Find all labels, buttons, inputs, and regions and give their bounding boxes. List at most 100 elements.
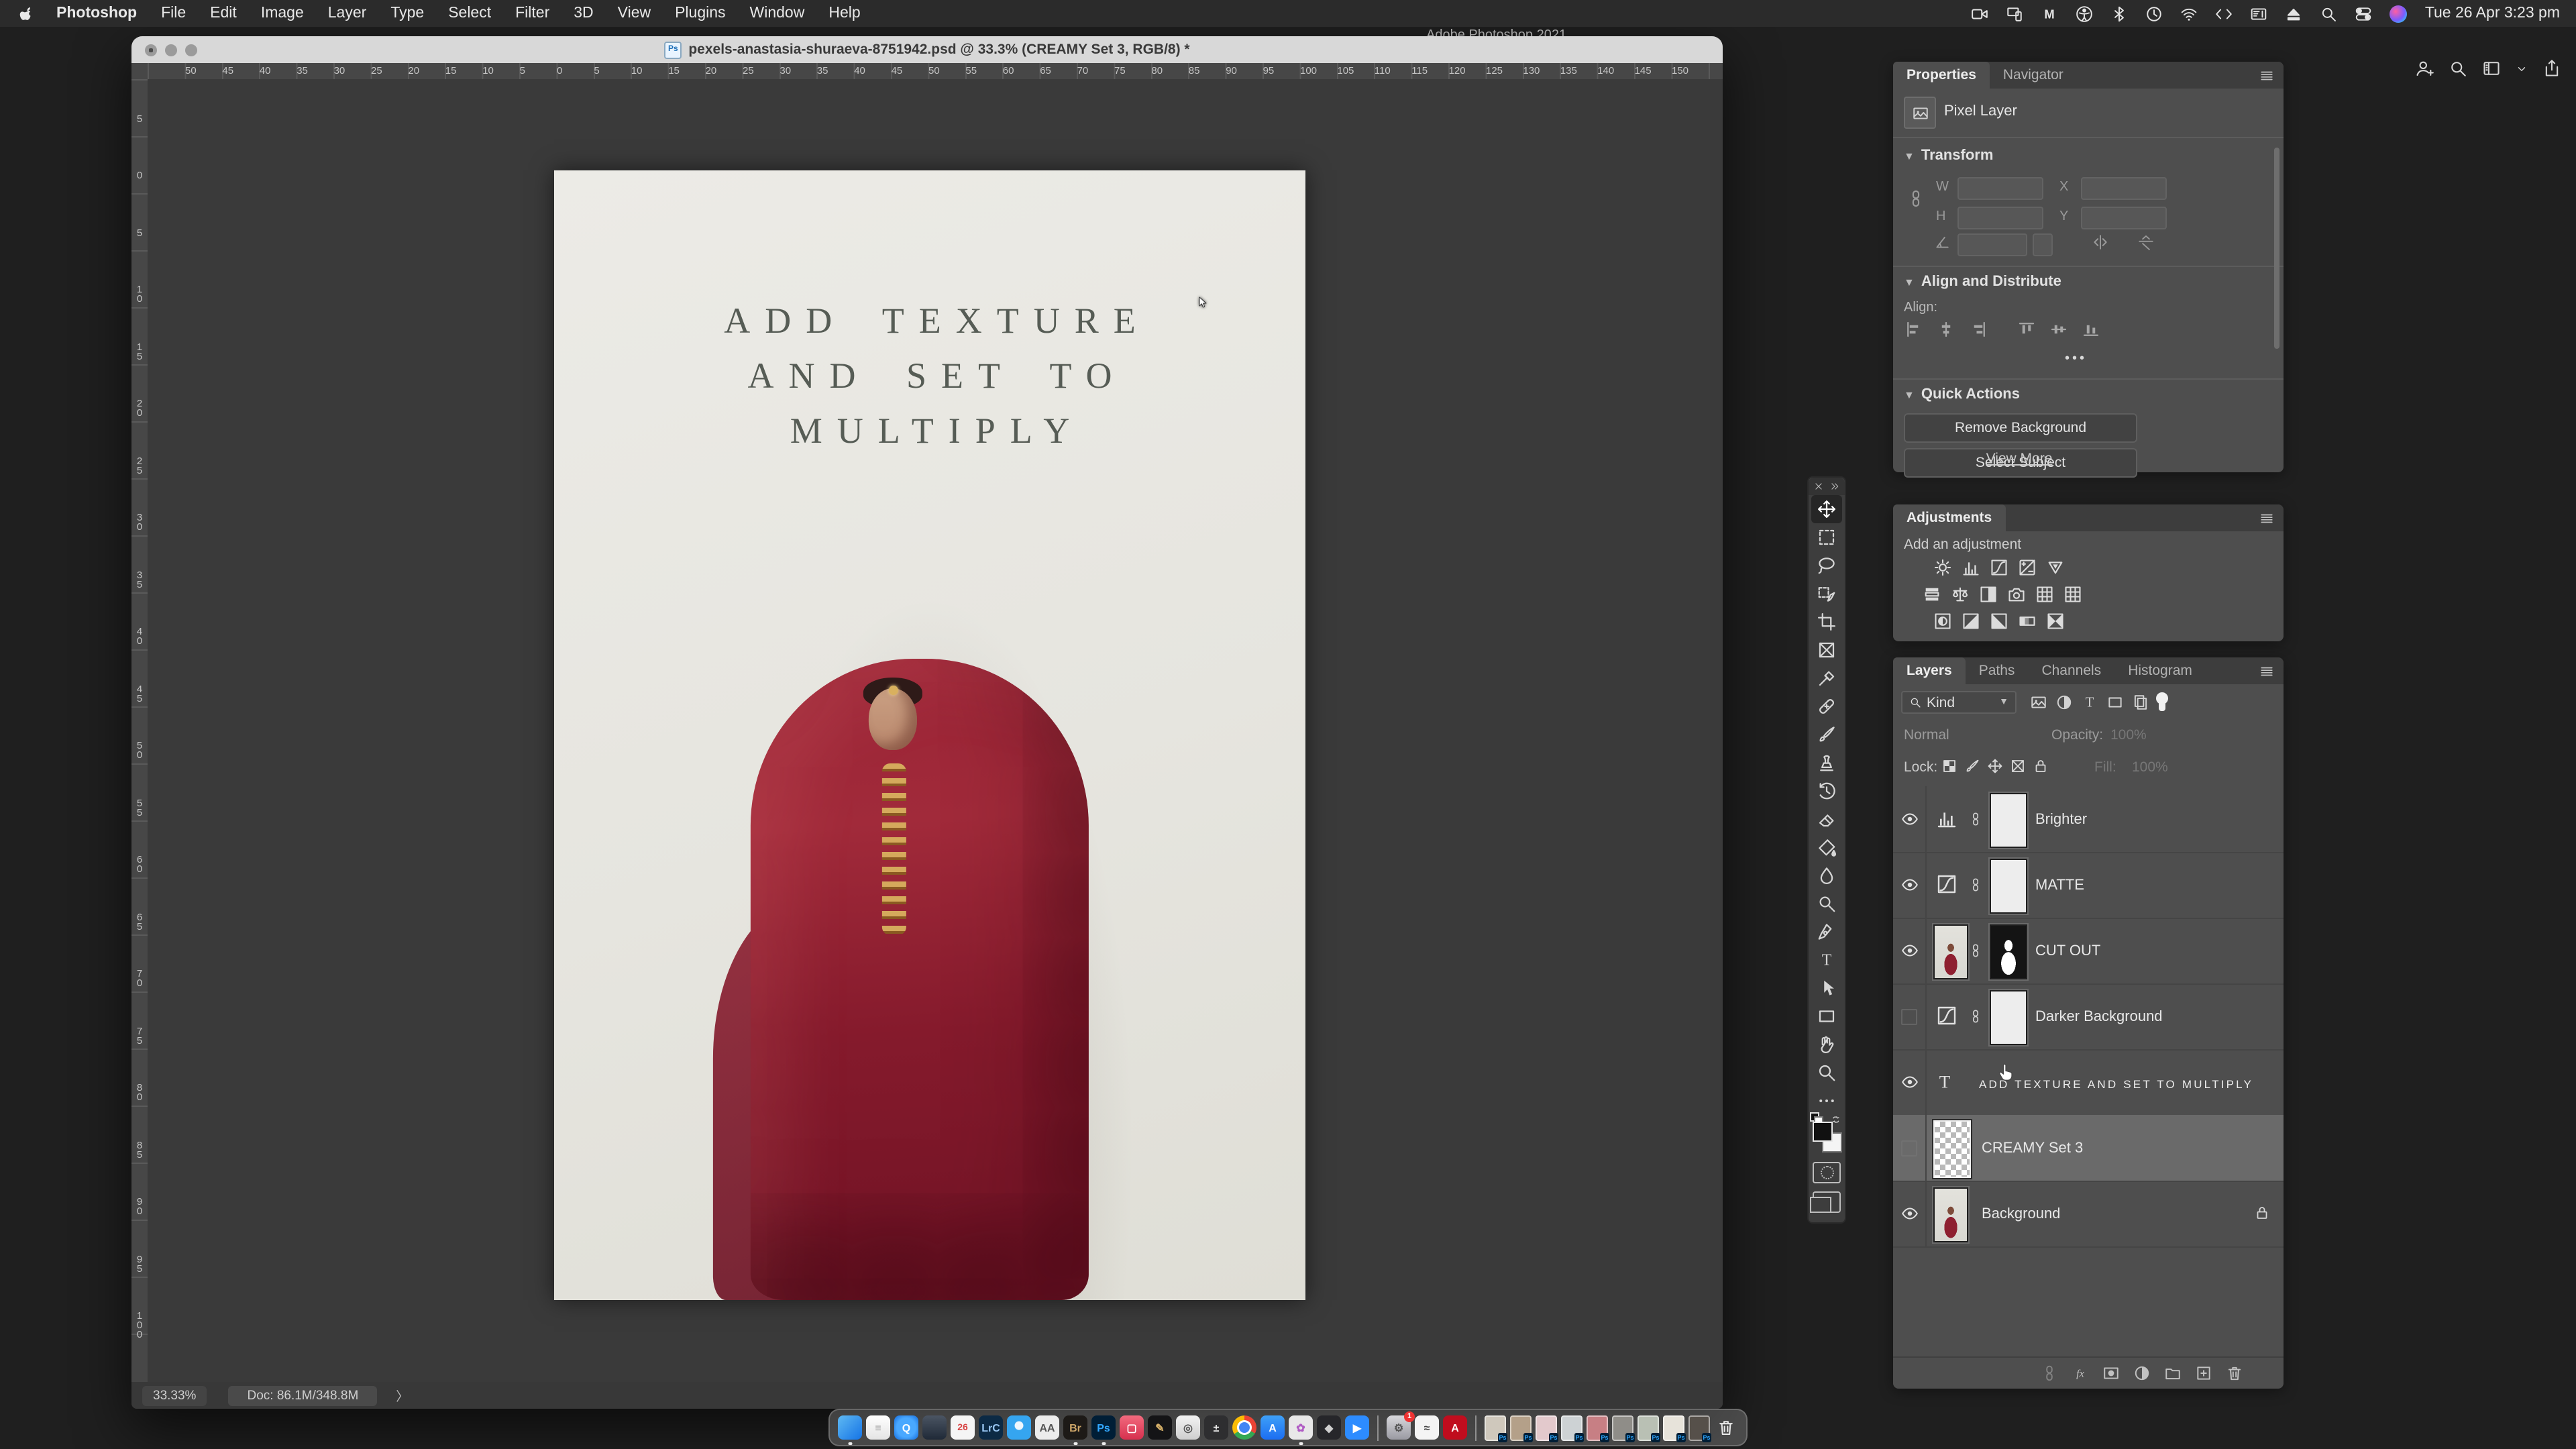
remove-background-button[interactable]: Remove Background	[1904, 413, 2137, 443]
keyboard-window-icon[interactable]	[2251, 5, 2268, 22]
rectangle-tool[interactable]	[1811, 1002, 1842, 1030]
layer-style-icon[interactable]: fx	[2072, 1364, 2089, 1382]
dock-textedit[interactable]: ≡	[866, 1415, 890, 1440]
color-lookup-icon[interactable]	[2063, 585, 2082, 604]
vibrance-icon[interactable]	[2046, 558, 2065, 577]
gradient-tool[interactable]	[1811, 833, 1842, 861]
brightness-contrast-icon[interactable]	[1933, 558, 1952, 577]
view-more-link[interactable]: View More	[1904, 451, 2135, 467]
scrollbar[interactable]	[2274, 148, 2279, 349]
color-balance-icon[interactable]	[1951, 585, 1970, 604]
dock-acrobat[interactable]: A	[1443, 1415, 1467, 1440]
exposure-icon[interactable]	[2018, 558, 2037, 577]
visibility-eye-icon[interactable]	[1893, 786, 1927, 852]
dock-calendar[interactable]: 26	[951, 1415, 975, 1440]
menu-file[interactable]: File	[149, 0, 198, 27]
transform-w-field[interactable]	[1957, 177, 2043, 200]
psd-document-5[interactable]: Ps	[1587, 1415, 1609, 1442]
align-l-button[interactable]	[1904, 319, 1924, 339]
dock-photos-viewer[interactable]	[922, 1415, 947, 1440]
layer-mask-icon[interactable]	[2102, 1364, 2120, 1382]
canvas-image[interactable]: ADD TEXTURE AND SET TO MULTIPLY	[554, 170, 1305, 1300]
menu-plugins[interactable]: Plugins	[663, 0, 737, 27]
swap-colors-icon[interactable]	[1831, 1114, 1843, 1126]
menu-image[interactable]: Image	[249, 0, 316, 27]
layer-row-matte[interactable]: MATTE	[1893, 852, 2284, 919]
frame-tool[interactable]	[1811, 636, 1842, 664]
lock-all-icon[interactable]	[2033, 758, 2049, 774]
align-t-button[interactable]	[2017, 319, 2037, 339]
dock-red-media-app[interactable]: ▢	[1120, 1415, 1144, 1440]
dock-system-preferences[interactable]: ⚙ 1	[1387, 1411, 1415, 1440]
hand-tool[interactable]	[1811, 1030, 1842, 1059]
menu-photoshop[interactable]: Photoshop	[44, 0, 149, 27]
panel-menu-icon[interactable]	[2259, 663, 2274, 678]
dock-photoshop[interactable]: Ps	[1091, 1415, 1116, 1445]
dock-font-book[interactable]: AA	[1035, 1415, 1059, 1440]
layer-thumbnail[interactable]	[1933, 924, 1968, 979]
minimize-button[interactable]	[165, 44, 177, 56]
display-mirror-icon[interactable]	[2006, 5, 2024, 22]
opacity-value[interactable]: 100%	[2110, 727, 2147, 743]
blend-mode-dropdown[interactable]: Normal	[1904, 727, 1949, 743]
menu-filter[interactable]: Filter	[503, 0, 561, 27]
dock-quicktime[interactable]: Q	[894, 1415, 918, 1440]
menu-edit[interactable]: Edit	[198, 0, 249, 27]
type-tool[interactable]: T	[1811, 946, 1842, 974]
layer-mask-thumbnail[interactable]	[1990, 990, 2027, 1045]
dock-design-pen-app[interactable]: ✎	[1148, 1415, 1172, 1440]
menu-view[interactable]: View	[606, 0, 663, 27]
menu-type[interactable]: Type	[378, 0, 436, 27]
account-share-icon[interactable]	[2415, 59, 2434, 78]
dock-trash[interactable]	[1714, 1415, 1738, 1440]
psd-document-8[interactable]: Ps	[1663, 1415, 1686, 1442]
type-filter-icon[interactable]: T	[2081, 694, 2098, 711]
eyedropper-tool[interactable]	[1811, 664, 1842, 692]
dev-brackets-icon[interactable]	[2216, 5, 2233, 22]
flip-vertical-icon[interactable]	[2137, 233, 2155, 251]
hue-saturation-icon[interactable]	[1923, 585, 1941, 604]
eject-icon[interactable]	[2286, 5, 2303, 22]
visibility-hidden-box[interactable]	[1893, 1115, 1927, 1181]
screen-mode-button[interactable]	[1810, 1191, 1841, 1213]
psd-document-1[interactable]: Ps	[1485, 1415, 1507, 1442]
selective-color-icon[interactable]	[2046, 612, 2065, 631]
shape-filter-icon[interactable]	[2106, 694, 2124, 711]
dock-safari[interactable]	[1007, 1415, 1031, 1440]
malwarebytes-icon[interactable]: M	[2041, 5, 2059, 22]
ruler-origin-box[interactable]	[131, 63, 149, 80]
dock-inkscape[interactable]: ◆	[1317, 1415, 1341, 1440]
adjustment-layer-icon[interactable]	[2133, 1364, 2151, 1382]
psd-document-9[interactable]: Ps	[1688, 1415, 1711, 1442]
object-selection-tool[interactable]	[1811, 580, 1842, 608]
align-section-header[interactable]: ▼ Align and Distribute	[1904, 274, 2061, 290]
healing-brush-tool[interactable]	[1811, 692, 1842, 720]
layer-row-add-texture-and-set-to-multiply[interactable]: T ADD TEXTURE AND SET TO MULTIPLY	[1893, 1049, 2284, 1116]
visibility-eye-icon[interactable]	[1893, 918, 1927, 983]
dock-diagnostics-app[interactable]: ≈	[1415, 1415, 1439, 1440]
black-white-icon[interactable]	[1979, 585, 1998, 604]
invert-icon[interactable]	[1933, 612, 1952, 631]
dodge-tool[interactable]	[1811, 890, 1842, 918]
fill-value[interactable]: 100%	[2132, 759, 2168, 775]
control-center-icon[interactable]	[2355, 5, 2373, 22]
smart-object-filter-icon[interactable]	[2132, 694, 2149, 711]
dock-bridge[interactable]: Br	[1063, 1415, 1087, 1445]
more-align-options-button[interactable]: •••	[2065, 352, 2087, 366]
visibility-eye-icon[interactable]	[1893, 1049, 1927, 1115]
flip-horizontal-icon[interactable]	[2092, 233, 2109, 251]
psd-document-2[interactable]: Ps	[1510, 1415, 1533, 1442]
time-machine-icon[interactable]	[2146, 5, 2163, 22]
layer-thumbnail[interactable]	[1933, 1187, 1968, 1242]
edit-toolbar[interactable]	[1811, 1087, 1842, 1115]
layer-filter-kind-dropdown[interactable]: Kind ▼	[1901, 691, 2017, 714]
dock-finder[interactable]	[838, 1415, 862, 1445]
layer-mask-thumbnail[interactable]	[1990, 793, 2027, 848]
layer-row-brighter[interactable]: Brighter	[1893, 786, 2284, 853]
psd-document-7[interactable]: Ps	[1638, 1415, 1660, 1442]
psd-document-3[interactable]: Ps	[1536, 1415, 1558, 1442]
eraser-tool[interactable]	[1811, 805, 1842, 833]
lock-transparency-icon[interactable]	[1941, 758, 1957, 774]
new-layer-icon[interactable]	[2195, 1364, 2212, 1382]
zoom-window-button[interactable]	[185, 44, 197, 56]
